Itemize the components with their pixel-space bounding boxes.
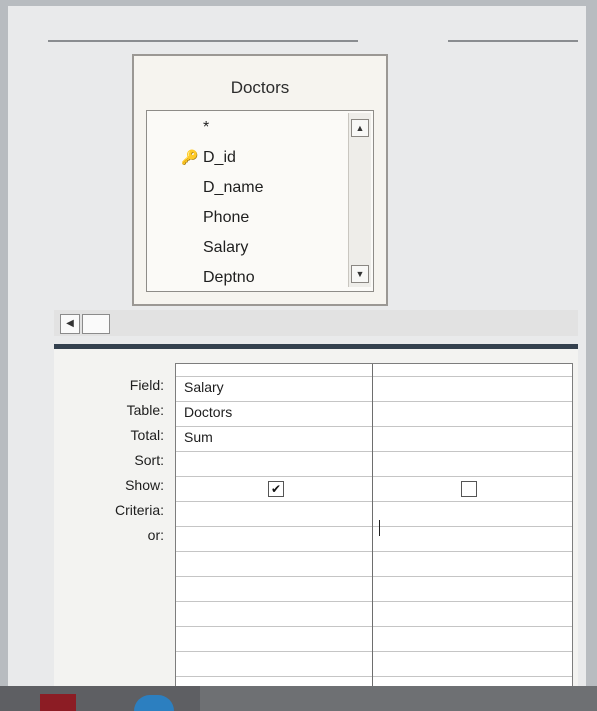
scrollbar-thumb[interactable]	[82, 314, 110, 334]
grid-line	[176, 651, 572, 652]
upper-pane-horizontal-scrollbar[interactable]: ◀	[54, 310, 578, 336]
mail-app-icon[interactable]	[40, 694, 76, 711]
key-icon: 🔑	[181, 149, 199, 165]
field-item-all[interactable]: *	[203, 119, 209, 137]
row-label-table: Table:	[126, 402, 164, 418]
row-label-show: Show:	[125, 477, 164, 493]
query-grid: Salary Doctors Sum ✔	[175, 363, 573, 688]
grid-line	[176, 376, 572, 377]
grid-line	[176, 601, 572, 602]
doctors-field-list-box[interactable]: Doctors * 🔑 D_id D_name Phone Salary Dep…	[132, 54, 388, 306]
grid-line	[176, 626, 572, 627]
row-label-criteria: Criteria:	[114, 502, 164, 518]
grid-line	[176, 676, 572, 677]
column1-total-cell[interactable]: Sum	[184, 429, 213, 445]
grid-line	[176, 576, 572, 577]
grid-line	[176, 401, 572, 402]
text-cursor	[379, 520, 380, 536]
row-label-or: or:	[147, 527, 164, 543]
field-item-d-name[interactable]: D_name	[203, 179, 263, 197]
window-border-line	[48, 40, 358, 42]
column1-show-checkbox[interactable]: ✔	[268, 481, 284, 497]
column2-show-checkbox[interactable]	[461, 481, 477, 497]
field-item-deptno[interactable]: Deptno	[203, 269, 255, 287]
scroll-down-arrow-icon[interactable]: ▼	[351, 265, 369, 283]
field-item-salary[interactable]: Salary	[203, 239, 248, 257]
access-query-design-window: Doctors * 🔑 D_id D_name Phone Salary Dep…	[8, 6, 586, 688]
scroll-up-arrow-icon[interactable]: ▲	[351, 119, 369, 137]
grid-line	[176, 426, 572, 427]
column-divider[interactable]	[372, 364, 373, 687]
column1-table-cell[interactable]: Doctors	[184, 404, 232, 420]
row-label-sort: Sort:	[134, 452, 164, 468]
table-name-title: Doctors	[230, 78, 290, 97]
grid-line	[176, 501, 572, 502]
grid-line	[176, 451, 572, 452]
column1-field-cell[interactable]: Salary	[184, 379, 224, 395]
field-list[interactable]: * 🔑 D_id D_name Phone Salary Deptno ▲ ▼	[146, 110, 374, 292]
taskbar-search-area[interactable]	[200, 686, 597, 711]
row-label-field: Field:	[129, 377, 164, 393]
grid-line	[176, 526, 572, 527]
query-design-grid-pane: Field: Table: Total: Sort: Show: Criteri…	[54, 349, 578, 688]
window-border-line	[448, 40, 578, 42]
edge-browser-icon[interactable]	[134, 695, 174, 711]
scroll-left-arrow-icon[interactable]: ◀	[60, 314, 80, 334]
field-item-d-id[interactable]: D_id	[203, 149, 236, 167]
taskbar	[0, 686, 597, 711]
field-item-phone[interactable]: Phone	[203, 209, 249, 227]
field-list-vertical-scrollbar[interactable]: ▲ ▼	[348, 113, 371, 287]
grid-line	[176, 551, 572, 552]
row-label-total: Total:	[130, 427, 164, 443]
grid-line	[176, 476, 572, 477]
